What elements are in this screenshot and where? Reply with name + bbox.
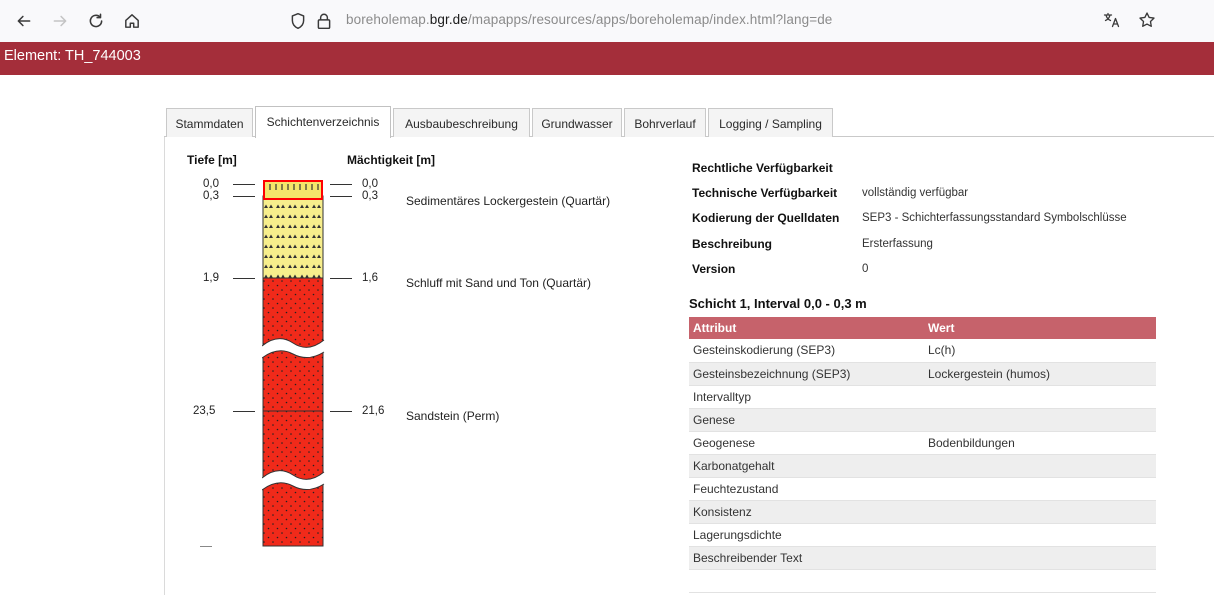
info-value: 0 [862, 263, 869, 275]
depth-label: 0,3 [203, 190, 219, 202]
table-row[interactable]: Konsistenz [689, 500, 1156, 524]
info-key: Kodierung der Quelldaten [692, 211, 840, 225]
attribute-value [924, 523, 1156, 547]
attribute-value [924, 569, 1156, 593]
attribute-value: Lockergestein (humos) [924, 362, 1156, 386]
thickness-label: 0,3 [362, 190, 378, 202]
column-header-attribut[interactable]: Attribut [689, 317, 924, 339]
info-key: Technische Verfügbarkeit [692, 186, 838, 200]
column-header-wert[interactable]: Wert [924, 317, 1156, 339]
tab-bohrverlauf[interactable]: Bohrverlauf [624, 108, 706, 137]
attribute-name: Intervalltyp [689, 385, 924, 409]
url-prefix: boreholemap. [346, 12, 430, 27]
table-row[interactable] [689, 569, 1156, 593]
tab-bar: Stammdaten Schichtenverzeichnis Ausbaube… [164, 106, 1214, 138]
attribute-value [924, 546, 1156, 570]
lock-icon[interactable] [315, 12, 333, 30]
info-key: Rechtliche Verfügbarkeit [692, 161, 833, 175]
attribute-name: Genese [689, 408, 924, 432]
depth-label: 23,5 [193, 405, 216, 417]
url-text[interactable]: boreholemap.bgr.de/mapapps/resources/app… [346, 12, 832, 27]
browser-toolbar: boreholemap.bgr.de/mapapps/resources/app… [0, 0, 1214, 42]
thickness-label: 0,0 [362, 178, 378, 190]
url-host: bgr.de [429, 12, 468, 27]
layer-description: Schluff mit Sand und Ton (Quartär) [406, 276, 591, 290]
tab-ausbaubeschreibung[interactable]: Ausbaubeschreibung [393, 108, 530, 137]
forward-button[interactable] [47, 8, 73, 34]
tab-schichtenverzeichnis[interactable]: Schichtenverzeichnis [255, 106, 391, 138]
attribute-table: Attribut Wert Gesteinskodierung (SEP3) Lc… [689, 317, 1156, 593]
attribute-name [689, 569, 924, 593]
home-icon [125, 14, 139, 28]
reload-icon [89, 13, 103, 28]
table-row[interactable]: Gesteinskodierung (SEP3) Lc(h) [689, 339, 1156, 363]
depth-label: 0,0 [203, 178, 219, 190]
depth-tick [200, 546, 212, 547]
depth-tick [233, 196, 255, 197]
table-row[interactable]: Beschreibender Text [689, 546, 1156, 570]
thickness-tick [330, 411, 352, 412]
depth-tick [233, 411, 255, 412]
depth-header: Tiefe [m] [187, 153, 237, 167]
tab-logging-sampling[interactable]: Logging / Sampling [708, 108, 833, 137]
depth-tick [233, 278, 255, 279]
thickness-label: 21,6 [362, 405, 385, 417]
table-row[interactable]: Intervalltyp [689, 385, 1156, 409]
thickness-label: 1,6 [362, 272, 378, 284]
layer-description: Sedimentäres Lockergestein (Quartär) [406, 194, 611, 208]
bookmark-star-icon[interactable] [1136, 9, 1158, 31]
depth-label: 1,9 [203, 272, 219, 284]
table-row[interactable]: Feuchtezustand [689, 477, 1156, 501]
layer-topsoil-selected[interactable] [264, 181, 322, 199]
depth-tick [233, 184, 255, 185]
thickness-tick [330, 184, 352, 185]
attribute-name: Gesteinskodierung (SEP3) [689, 339, 924, 363]
attribute-name: Karbonatgehalt [689, 454, 924, 478]
table-row[interactable]: Lagerungsdichte [689, 523, 1156, 547]
borehole-column [262, 180, 325, 547]
layer-detail-title: Schicht 1, Interval 0,0 - 0,3 m [689, 296, 867, 311]
attribute-value [924, 500, 1156, 524]
attribute-value [924, 454, 1156, 478]
url-path: /mapapps/resources/apps/boreholemap/inde… [467, 12, 833, 27]
attribute-value [924, 477, 1156, 501]
table-row[interactable]: Genese [689, 408, 1156, 432]
info-value: Ersterfassung [862, 238, 933, 250]
info-key: Beschreibung [692, 237, 773, 251]
info-key: Version [692, 262, 736, 276]
info-value: SEP3 - Schichterfassungsstandard Symbols… [862, 212, 1127, 224]
attribute-name: Geogenese [689, 431, 924, 455]
table-header-row: Attribut Wert [689, 317, 1156, 339]
home-button[interactable] [119, 8, 145, 34]
translate-icon[interactable] [1101, 9, 1123, 31]
element-title: Element: TH_744003 [4, 48, 141, 64]
layer-description: Sandstein (Perm) [406, 409, 500, 423]
attribute-value [924, 385, 1156, 409]
thickness-header: Mächtigkeit [m] [347, 153, 436, 167]
thickness-tick [330, 278, 352, 279]
attribute-name: Beschreibender Text [689, 546, 924, 570]
attribute-name: Gesteinsbezeichnung (SEP3) [689, 362, 924, 386]
arrow-right-icon [53, 15, 67, 27]
back-button[interactable] [11, 8, 37, 34]
reload-button[interactable] [83, 8, 109, 34]
attribute-name: Konsistenz [689, 500, 924, 524]
thickness-tick [330, 196, 352, 197]
element-title-bar: Element: TH_744003 [0, 42, 1214, 75]
tab-stammdaten[interactable]: Stammdaten [166, 108, 253, 137]
tab-grundwasser[interactable]: Grundwasser [532, 108, 622, 137]
url-bar[interactable]: boreholemap.bgr.de/mapapps/resources/app… [285, 6, 1185, 36]
attribute-value: Lc(h) [924, 339, 1156, 363]
attribute-value: Bodenbildungen [924, 431, 1156, 455]
attribute-value [924, 408, 1156, 432]
info-value: vollständig verfügbar [862, 187, 969, 199]
table-row[interactable]: Geogenese Bodenbildungen [689, 431, 1156, 455]
table-row[interactable]: Karbonatgehalt [689, 454, 1156, 478]
attribute-name: Lagerungsdichte [689, 523, 924, 547]
arrow-left-icon [17, 15, 31, 27]
attribute-name: Feuchtezustand [689, 477, 924, 501]
tracking-shield-icon[interactable] [289, 12, 307, 30]
table-row[interactable]: Gesteinsbezeichnung (SEP3) Lockergestein … [689, 362, 1156, 386]
